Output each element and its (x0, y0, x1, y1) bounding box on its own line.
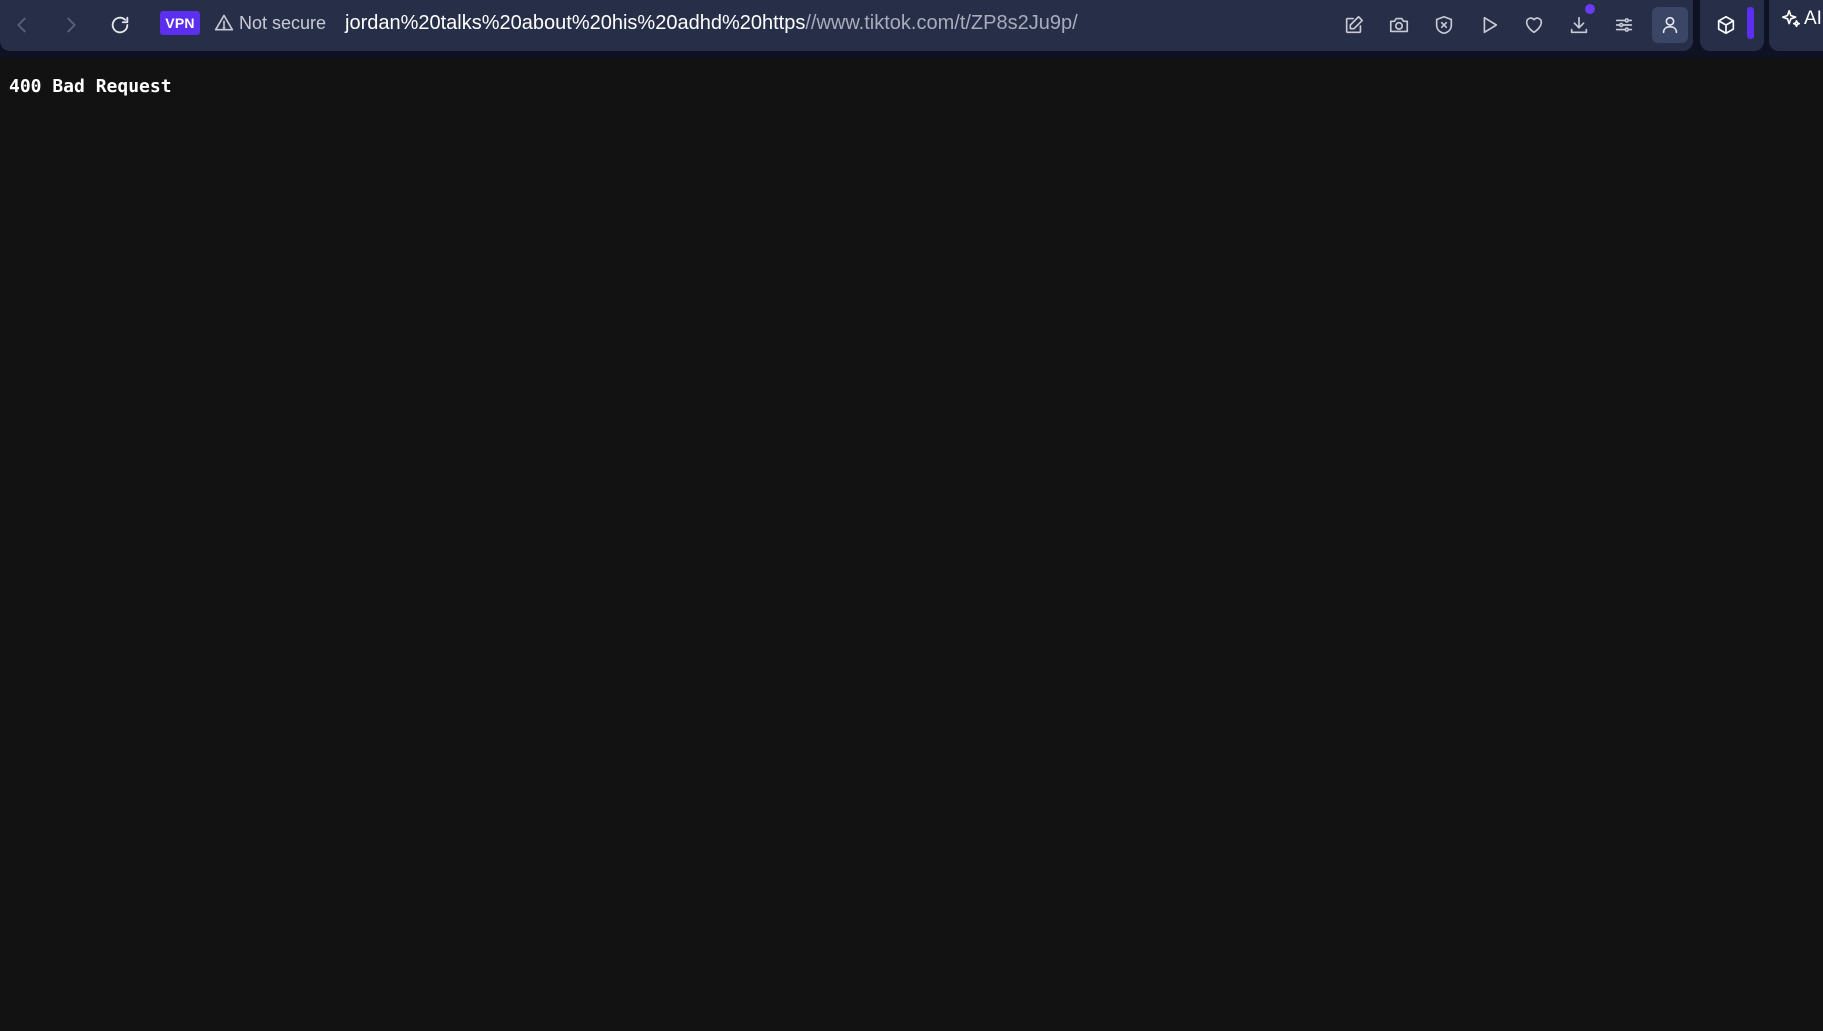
address-panel: VPN Not secure jordan%20talks%20about%20… (0, 0, 1693, 51)
easy-setup-button[interactable] (1606, 7, 1642, 43)
back-icon (17, 17, 26, 33)
ai-label: AI (1804, 8, 1822, 29)
error-message: 400 Bad Request (9, 76, 172, 97)
security-indicator[interactable]: Not secure (214, 11, 326, 35)
sparkle-icon (1781, 9, 1801, 28)
forward-button[interactable] (53, 7, 89, 43)
url-primary: jordan%20talks%20about%20his%20adhd%20ht… (345, 11, 806, 34)
adblock-button[interactable] (1426, 7, 1462, 43)
reload-button[interactable] (102, 7, 138, 43)
camera-icon (1389, 17, 1409, 33)
download-badge (1585, 4, 1595, 14)
favorites-button[interactable] (1516, 7, 1552, 43)
edit-icon (1345, 15, 1364, 34)
url-rest: //www.tiktok.com/t/ZP8s2Ju9p/ (805, 11, 1078, 34)
profile-icon (1662, 16, 1678, 34)
address-bar[interactable]: jordan%20talks%20about%20his%20adhd%20ht… (345, 10, 1078, 36)
back-button[interactable] (4, 7, 40, 43)
extensions-panel (1700, 0, 1764, 51)
menu-icon (1615, 18, 1633, 32)
edit-button[interactable] (1336, 7, 1372, 43)
profile-button[interactable] (1652, 7, 1688, 43)
browser-toolbar: VPN Not secure jordan%20talks%20about%20… (0, 0, 1823, 58)
player-button[interactable] (1471, 7, 1507, 43)
download-icon (1570, 16, 1588, 34)
play-icon (1483, 16, 1498, 34)
shield-x-icon (1435, 15, 1453, 35)
ai-button[interactable]: AI (1780, 8, 1822, 30)
vpn-badge[interactable]: VPN (160, 11, 200, 35)
reload-icon (111, 16, 129, 34)
extensions-button[interactable] (1708, 7, 1744, 43)
cube-icon (1717, 15, 1735, 35)
heart-icon (1525, 17, 1543, 34)
snapshot-button[interactable] (1381, 7, 1417, 43)
sidebar-accent (1747, 7, 1754, 39)
warning-icon (214, 14, 234, 31)
forward-icon (67, 17, 76, 33)
security-label: Not secure (239, 12, 327, 33)
